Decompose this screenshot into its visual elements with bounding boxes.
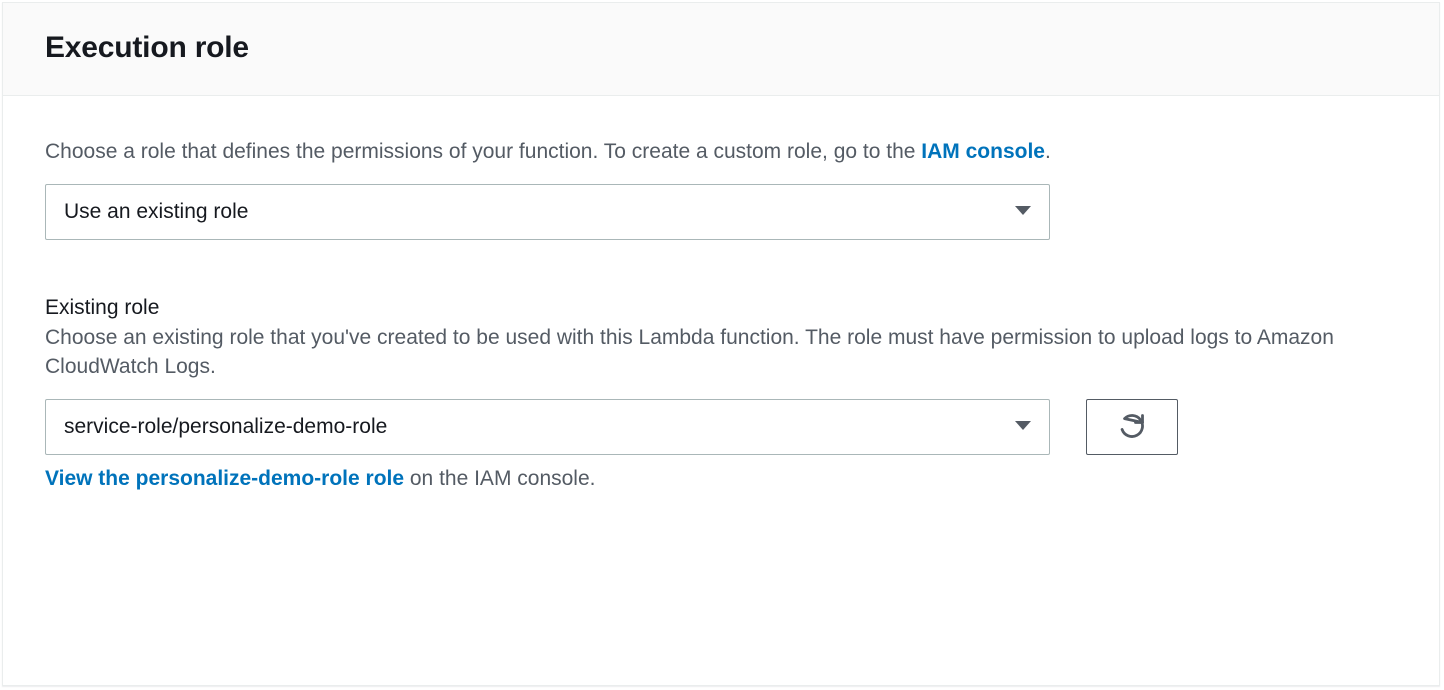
existing-role-label: Existing role [45,296,1397,320]
intro-text: Choose a role that defines the permissio… [45,138,1397,166]
spacer [45,240,1397,296]
existing-role-select[interactable]: service-role/personalize-demo-role [45,399,1050,455]
intro-prefix: Choose a role that defines the permissio… [45,140,921,163]
existing-role-description: Choose an existing role that you've crea… [45,324,1385,381]
intro-suffix: . [1045,140,1051,163]
panel-title: Execution role [45,31,1397,65]
view-role-link[interactable]: View the personalize-demo-role role [45,467,404,490]
panel-body: Choose a role that defines the permissio… [3,96,1439,533]
execution-role-panel: Execution role Choose a role that define… [2,2,1440,686]
existing-role-row: service-role/personalize-demo-role [45,399,1397,455]
iam-console-link[interactable]: IAM console [921,140,1045,163]
role-choice-value: Use an existing role [45,184,1050,240]
footer-suffix: on the IAM console. [404,467,595,490]
panel-header: Execution role [3,3,1439,96]
footer-line: View the personalize-demo-role role on t… [45,467,1397,491]
existing-role-value: service-role/personalize-demo-role [45,399,1050,455]
role-choice-select[interactable]: Use an existing role [45,184,1050,240]
refresh-button[interactable] [1086,399,1178,455]
refresh-icon [1118,412,1146,443]
